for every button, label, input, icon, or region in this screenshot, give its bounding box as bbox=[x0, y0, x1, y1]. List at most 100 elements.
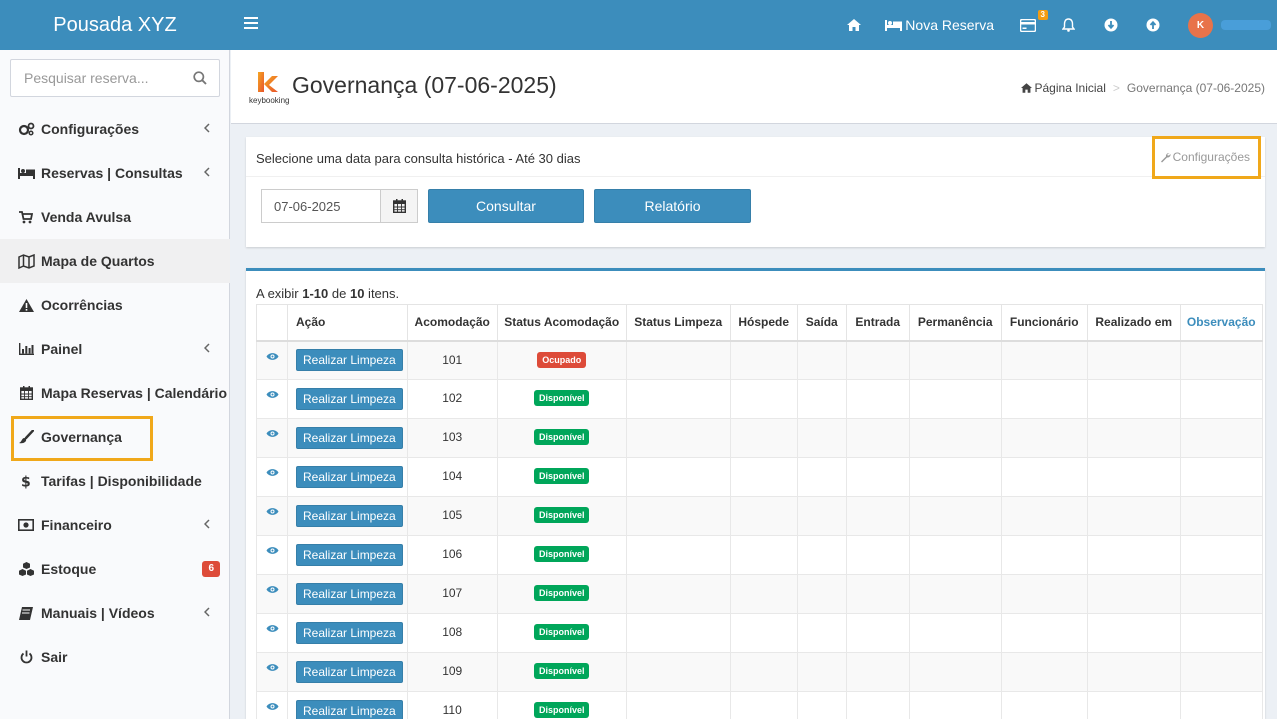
new-reservation-button[interactable]: Nova Reserva bbox=[875, 0, 1004, 50]
summary-total: 10 bbox=[349, 286, 365, 301]
notes-cell bbox=[1179, 535, 1263, 575]
sidebar-toggle-icon[interactable] bbox=[244, 17, 258, 31]
status-cell: Disponível bbox=[496, 691, 627, 719]
done-at-cell bbox=[1086, 457, 1181, 497]
sidebar-item-label: Sair bbox=[41, 649, 68, 665]
sidebar-item-mapa-reservas[interactable]: Mapa Reservas | Calendário bbox=[0, 371, 230, 415]
realizar-limpeza-button[interactable]: Realizar Limpeza bbox=[296, 349, 403, 372]
view-details-button[interactable] bbox=[266, 427, 279, 441]
done-at-cell bbox=[1086, 691, 1181, 719]
date-input[interactable] bbox=[262, 190, 380, 222]
employee-cell bbox=[1000, 613, 1088, 653]
cleaning-status-cell bbox=[625, 652, 731, 692]
column-header-hospede: Hóspede bbox=[729, 304, 798, 342]
realizar-limpeza-button[interactable]: Realizar Limpeza bbox=[296, 661, 403, 683]
realizar-limpeza-button[interactable]: Realizar Limpeza bbox=[296, 622, 403, 644]
notes-cell bbox=[1179, 496, 1263, 536]
view-details-button[interactable] bbox=[266, 505, 279, 519]
notes-cell bbox=[1179, 379, 1263, 419]
status-cell: Ocupado bbox=[496, 340, 627, 380]
map-icon bbox=[17, 253, 35, 269]
status-cell: Disponível bbox=[496, 535, 627, 575]
money-icon bbox=[18, 519, 34, 531]
status-cell: Disponível bbox=[496, 418, 627, 458]
stock-alert-badge: 6 bbox=[202, 561, 220, 577]
sidebar-item-painel[interactable]: Painel bbox=[0, 327, 230, 371]
user-menu[interactable]: K bbox=[1178, 0, 1277, 50]
bell-icon bbox=[1062, 18, 1075, 32]
view-cell bbox=[256, 574, 288, 614]
top-navbar: Pousada XYZ Nova Reserva 3 K bbox=[0, 0, 1277, 50]
sidebar-item-configuracoes[interactable]: Configurações bbox=[0, 107, 230, 151]
guest-cell bbox=[729, 496, 798, 536]
action-cell: Realizar Limpeza bbox=[287, 418, 408, 458]
view-details-button[interactable] bbox=[266, 583, 279, 597]
checkin-cell bbox=[845, 574, 910, 614]
calendar-icon bbox=[392, 199, 406, 213]
sidebar-item-mapa-quartos[interactable]: Mapa de Quartos bbox=[0, 239, 230, 283]
checkin-cell bbox=[845, 613, 910, 653]
calendar-button[interactable] bbox=[380, 190, 417, 222]
view-details-button[interactable] bbox=[266, 544, 279, 558]
breadcrumb: Página Inicial > Governança (07-06-2025) bbox=[1020, 81, 1265, 95]
view-details-button[interactable] bbox=[266, 661, 279, 675]
stay-cell bbox=[908, 457, 1002, 497]
consultar-button[interactable]: Consultar bbox=[428, 189, 584, 223]
sidebar-item-reservas[interactable]: Reservas | Consultas bbox=[0, 151, 230, 195]
checkin-cell bbox=[845, 340, 910, 380]
realizar-limpeza-button[interactable]: Realizar Limpeza bbox=[296, 388, 403, 410]
room-cell: 101 bbox=[406, 340, 498, 380]
checkin-cell bbox=[845, 691, 910, 719]
realizar-limpeza-button[interactable]: Realizar Limpeza bbox=[296, 583, 403, 605]
guest-cell bbox=[729, 691, 798, 719]
realizar-limpeza-button[interactable]: Realizar Limpeza bbox=[296, 505, 403, 527]
upload-button[interactable] bbox=[1136, 0, 1178, 50]
status-badge: Disponível bbox=[533, 663, 590, 679]
sidebar-item-financeiro[interactable]: Financeiro bbox=[0, 503, 230, 547]
view-cell bbox=[256, 535, 288, 575]
room-cell: 109 bbox=[406, 652, 498, 692]
breadcrumb-home-link[interactable]: Página Inicial bbox=[1035, 81, 1106, 95]
view-cell bbox=[256, 496, 288, 536]
realizar-limpeza-button[interactable]: Realizar Limpeza bbox=[296, 466, 403, 488]
room-cell: 107 bbox=[406, 574, 498, 614]
sidebar-item-label: Configurações bbox=[41, 121, 140, 137]
realizar-limpeza-button[interactable]: Realizar Limpeza bbox=[296, 544, 403, 566]
payments-button[interactable]: 3 bbox=[1010, 0, 1052, 50]
view-details-button[interactable] bbox=[266, 700, 279, 714]
status-badge: Disponível bbox=[533, 585, 590, 601]
column-header-observacao[interactable]: Observação bbox=[1179, 304, 1263, 342]
sidebar-item-governanca[interactable]: Governança bbox=[0, 415, 230, 459]
status-badge: Disponível bbox=[533, 390, 590, 406]
action-cell: Realizar Limpeza bbox=[287, 691, 408, 719]
sidebar-item-venda-avulsa[interactable]: Venda Avulsa bbox=[0, 195, 230, 239]
column-header-view bbox=[256, 304, 288, 342]
checkout-cell bbox=[796, 574, 847, 614]
home-button[interactable] bbox=[837, 0, 871, 50]
sidebar-item-ocorrencias[interactable]: Ocorrências bbox=[0, 283, 230, 327]
summary-range: 1-10 bbox=[302, 286, 329, 301]
configuracoes-link[interactable]: Configurações bbox=[1160, 150, 1250, 164]
checkout-cell bbox=[796, 535, 847, 575]
realizar-limpeza-button[interactable]: Realizar Limpeza bbox=[296, 427, 403, 449]
view-details-button[interactable] bbox=[266, 466, 279, 480]
brand-logo[interactable]: Pousada XYZ bbox=[0, 0, 230, 50]
status-cell: Disponível bbox=[496, 379, 627, 419]
sidebar-item-sair[interactable]: Sair bbox=[0, 635, 230, 679]
sidebar-item-manuais[interactable]: Manuais | Vídeos bbox=[0, 591, 230, 635]
cleaning-status-cell bbox=[625, 496, 731, 536]
search-reservation-input[interactable] bbox=[11, 60, 181, 96]
sidebar-item-estoque[interactable]: Estoque 6 bbox=[0, 547, 230, 591]
view-details-button[interactable] bbox=[266, 350, 279, 364]
view-details-button[interactable] bbox=[266, 622, 279, 636]
search-icon[interactable] bbox=[193, 71, 207, 85]
sidebar-item-tarifas[interactable]: $ Tarifas | Disponibilidade bbox=[0, 459, 230, 503]
eye-icon bbox=[266, 391, 278, 398]
download-button[interactable] bbox=[1094, 0, 1136, 50]
view-details-button[interactable] bbox=[266, 388, 279, 402]
relatorio-button[interactable]: Relatório bbox=[594, 189, 751, 223]
eye-icon bbox=[266, 664, 278, 671]
notifications-button[interactable] bbox=[1052, 0, 1094, 50]
realizar-limpeza-button[interactable]: Realizar Limpeza bbox=[296, 700, 403, 719]
sidebar-item-label: Tarifas | Disponibilidade bbox=[41, 473, 202, 489]
